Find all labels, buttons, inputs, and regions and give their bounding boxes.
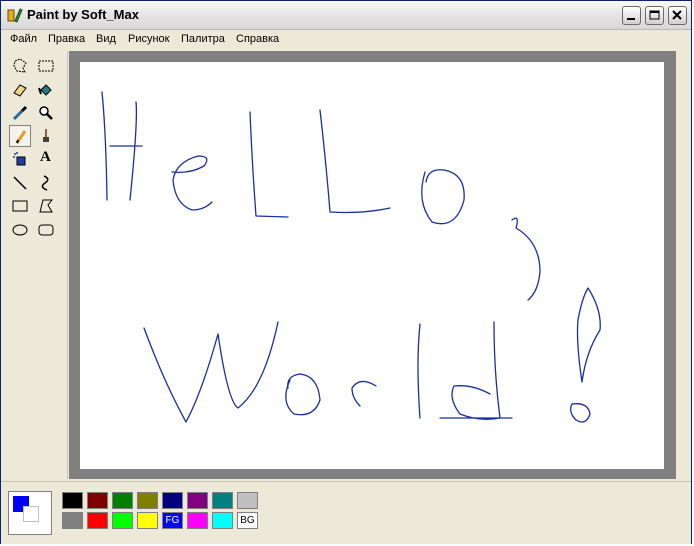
hand-drawing	[101, 91, 601, 423]
rounded-rect-icon	[38, 224, 54, 236]
polygon-icon	[39, 199, 54, 213]
menu-bar: Файл Правка Вид Рисунок Палитра Справка	[1, 30, 691, 50]
rect-select-icon	[38, 60, 54, 72]
current-colors[interactable]	[8, 491, 52, 535]
swatch-blue-fg[interactable]: FG	[162, 512, 183, 529]
tool-fill[interactable]	[35, 79, 57, 101]
minimize-button[interactable]	[622, 6, 641, 25]
curve-icon	[41, 175, 49, 191]
menu-help[interactable]: Справка	[236, 33, 279, 45]
tool-brush[interactable]	[35, 125, 57, 147]
menu-edit[interactable]: Правка	[48, 33, 85, 45]
line-icon	[13, 176, 27, 190]
tool-text[interactable]: A	[35, 148, 57, 170]
tool-rounded-rect[interactable]	[35, 219, 57, 241]
swatch-teal[interactable]	[212, 492, 233, 509]
toolbox: A	[3, 51, 68, 479]
pencil-icon	[15, 130, 27, 144]
close-button[interactable]	[668, 6, 687, 25]
tool-free-select[interactable]	[9, 55, 31, 77]
swatch-gray[interactable]	[62, 512, 83, 529]
swatch-yellow[interactable]	[137, 512, 158, 529]
swatch-cyan[interactable]	[212, 512, 233, 529]
ellipse-icon	[12, 224, 28, 236]
eraser-icon	[13, 84, 27, 97]
menu-view[interactable]: Вид	[96, 33, 116, 45]
color-picker-icon	[12, 105, 28, 121]
maximize-icon	[649, 10, 660, 20]
minimize-icon	[627, 18, 635, 20]
app-window: Paint by Soft_Max Файл Правка Вид Рисуно…	[0, 0, 692, 544]
tool-polygon[interactable]	[35, 195, 57, 217]
swatch-red[interactable]	[87, 512, 108, 529]
free-select-icon	[13, 58, 27, 73]
airbrush-icon	[13, 152, 26, 166]
swatch-lime[interactable]	[112, 512, 133, 529]
tool-ellipse[interactable]	[9, 219, 31, 241]
swatch-green[interactable]	[112, 492, 133, 509]
swatch-navy[interactable]	[162, 492, 183, 509]
tool-pencil[interactable]	[9, 125, 31, 147]
tool-eraser[interactable]	[9, 79, 31, 101]
drawing-canvas[interactable]	[80, 62, 664, 469]
swatch-black[interactable]	[62, 492, 83, 509]
tool-line[interactable]	[9, 172, 31, 194]
title-bar[interactable]: Paint by Soft_Max	[1, 1, 691, 30]
close-icon	[672, 10, 682, 20]
swatch-silver[interactable]	[237, 492, 258, 509]
swatch-olive[interactable]	[137, 492, 158, 509]
text-icon: A	[40, 149, 51, 165]
tool-color-picker[interactable]	[9, 102, 31, 124]
magnifier-icon	[39, 106, 53, 120]
app-icon	[7, 8, 23, 23]
menu-file[interactable]: Файл	[10, 33, 37, 45]
background-color[interactable]	[23, 506, 39, 522]
brush-icon	[43, 129, 49, 142]
fill-bucket-icon	[38, 84, 52, 96]
vertical-edge	[677, 51, 691, 479]
menu-palette[interactable]: Палитра	[181, 33, 225, 45]
tool-airbrush[interactable]	[9, 148, 31, 170]
swatch-magenta[interactable]	[187, 512, 208, 529]
swatch-purple[interactable]	[187, 492, 208, 509]
tool-curve[interactable]	[35, 172, 57, 194]
tool-rectangle[interactable]	[9, 195, 31, 217]
swatch-white-bg[interactable]: BG	[237, 512, 258, 529]
maximize-button[interactable]	[645, 6, 664, 25]
menu-image[interactable]: Рисунок	[128, 33, 170, 45]
swatch-maroon[interactable]	[87, 492, 108, 509]
window-title: Paint by Soft_Max	[27, 7, 139, 22]
tool-rect-select[interactable]	[35, 55, 57, 77]
tool-magnifier[interactable]	[35, 102, 57, 124]
rectangle-icon	[12, 200, 28, 212]
